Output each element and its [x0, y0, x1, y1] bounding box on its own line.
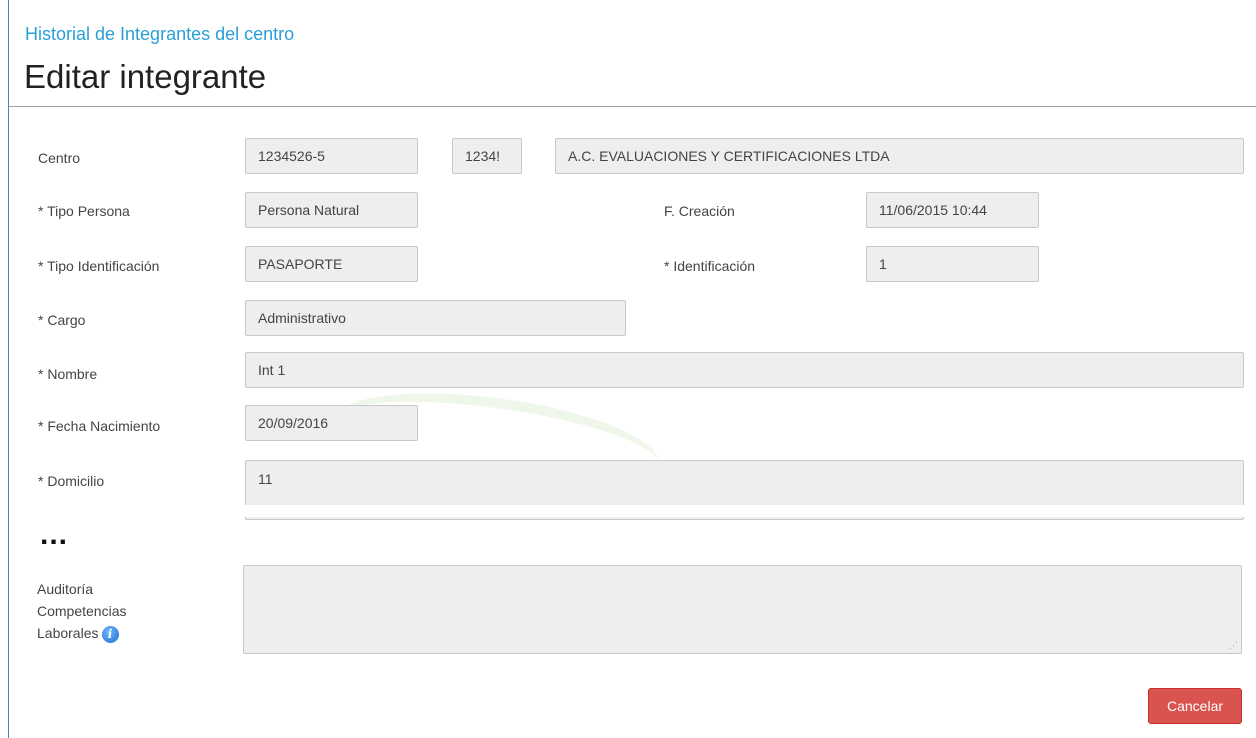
- cancel-button[interactable]: Cancelar: [1148, 688, 1242, 724]
- omitted-fields-ellipsis: ...: [40, 518, 69, 551]
- auditoria-label-line2: Competencias: [37, 603, 127, 619]
- tipo-persona-field[interactable]: Persona Natural: [245, 192, 418, 228]
- fecha-creacion-label: F. Creación: [664, 203, 735, 219]
- tipo-identificacion-field[interactable]: PASAPORTE: [245, 246, 418, 282]
- info-icon[interactable]: i: [101, 625, 119, 643]
- nombre-label: * Nombre: [38, 366, 98, 382]
- centro-name-field[interactable]: A.C. EVALUACIONES Y CERTIFICACIONES LTDA: [555, 138, 1244, 174]
- content-cut: [9, 505, 1256, 517]
- centro-code-field[interactable]: 1234526-5: [245, 138, 418, 174]
- auditoria-textarea[interactable]: ⋰: [243, 565, 1242, 654]
- centro-label: Centro: [38, 150, 81, 166]
- nombre-field[interactable]: Int 1: [245, 352, 1244, 388]
- tipo-persona-label: * Tipo Persona: [38, 203, 130, 219]
- auditoria-label: Auditoría Competencias Laborales i: [37, 578, 127, 644]
- page-title: Editar integrante: [24, 58, 267, 95]
- cargo-label: * Cargo: [38, 312, 86, 328]
- fecha-nacimiento-label: * Fecha Nacimiento: [38, 418, 161, 434]
- breadcrumb[interactable]: Historial de Integrantes del centro: [25, 24, 294, 45]
- domicilio-label: * Domicilio: [38, 473, 105, 489]
- auditoria-label-line3-wrap: Laborales i: [37, 622, 127, 644]
- auditoria-label-line3: Laborales: [37, 625, 99, 641]
- fecha-nacimiento-field[interactable]: 20/09/2016: [245, 405, 418, 441]
- tipo-identificacion-label: * Tipo Identificación: [38, 258, 160, 274]
- identificacion-field[interactable]: 1: [866, 246, 1039, 282]
- resize-grip-icon[interactable]: ⋰: [1229, 641, 1238, 650]
- cargo-field[interactable]: Administrativo: [245, 300, 626, 336]
- identificacion-label: * Identificación: [664, 258, 756, 274]
- header-divider: [9, 106, 1256, 107]
- centro-short-code-field[interactable]: 1234!: [452, 138, 522, 174]
- auditoria-label-line1: Auditoría: [37, 581, 94, 597]
- fecha-creacion-field[interactable]: 11/06/2015 10:44: [866, 192, 1039, 228]
